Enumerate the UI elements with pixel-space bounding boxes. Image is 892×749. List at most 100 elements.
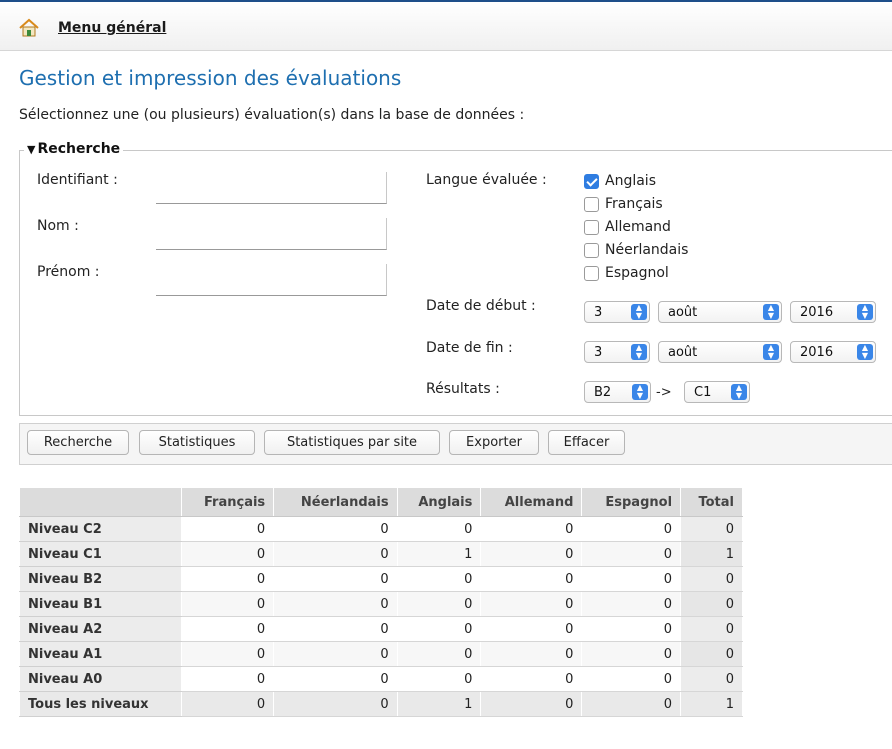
select-value: C1 bbox=[694, 385, 712, 400]
row-label: Niveau B2 bbox=[19, 566, 182, 592]
table-cell: 0 bbox=[581, 666, 682, 692]
table-header-row: Français Néerlandais Anglais Allemand Es… bbox=[19, 487, 743, 517]
row-label: Niveau A1 bbox=[19, 641, 182, 667]
identifiant-input[interactable] bbox=[156, 172, 387, 204]
date-fin-month-select[interactable]: août ▲ ▼ bbox=[658, 341, 782, 363]
select-value: 3 bbox=[594, 305, 603, 320]
date-fin-label: Date de fin : bbox=[426, 340, 513, 356]
nom-label: Nom : bbox=[37, 218, 79, 234]
table-cell: 0 bbox=[273, 641, 398, 667]
table-cell: 0 bbox=[480, 666, 583, 692]
checkbox-anglais[interactable] bbox=[584, 173, 599, 189]
total-cell: 1 bbox=[680, 541, 743, 567]
table-cell: 0 bbox=[273, 541, 398, 567]
language-label: Français bbox=[605, 196, 663, 212]
checkbox-espagnol[interactable] bbox=[584, 265, 599, 281]
effacer-button[interactable]: Effacer bbox=[548, 430, 625, 455]
table-cell: 1 bbox=[396, 691, 482, 717]
recherche-button[interactable]: Recherche bbox=[27, 430, 129, 455]
table-cell: 0 bbox=[480, 516, 583, 542]
search-legend-label: Recherche bbox=[37, 141, 121, 157]
table-cell: 0 bbox=[180, 591, 275, 617]
range-arrow: -> bbox=[656, 385, 672, 400]
select-stepper-icon: ▲ ▼ bbox=[763, 344, 779, 360]
column-header: Espagnol bbox=[581, 487, 682, 517]
column-header-empty bbox=[19, 487, 182, 517]
date-debut-year-select[interactable]: 2016 ▲ ▼ bbox=[790, 301, 876, 323]
select-stepper-icon: ▲ ▼ bbox=[731, 384, 747, 400]
table-cell: 1 bbox=[396, 541, 482, 567]
total-cell: 0 bbox=[680, 591, 743, 617]
identifiant-label: Identifiant : bbox=[37, 172, 118, 188]
table-row: Niveau A1 0 0 0 0 0 0 bbox=[19, 641, 743, 667]
column-header: Total bbox=[680, 487, 743, 517]
table-cell: 0 bbox=[273, 591, 398, 617]
total-cell: 0 bbox=[680, 666, 743, 692]
language-label: Allemand bbox=[605, 219, 671, 235]
page-title: Gestion et impression des évaluations bbox=[19, 66, 402, 90]
exporter-button[interactable]: Exporter bbox=[449, 430, 539, 455]
select-value: 3 bbox=[594, 345, 603, 360]
language-label: Espagnol bbox=[605, 265, 669, 281]
home-icon[interactable] bbox=[18, 18, 40, 38]
statistiques-par-site-button[interactable]: Statistiques par site bbox=[264, 430, 440, 455]
resultats-label: Résultats : bbox=[426, 381, 500, 397]
table-cell: 0 bbox=[480, 691, 583, 717]
resultats-from-select[interactable]: B2 ▲ ▼ bbox=[584, 381, 651, 403]
select-value: 2016 bbox=[800, 305, 834, 320]
table-cell: 0 bbox=[581, 566, 682, 592]
language-option-allemand[interactable]: Allemand bbox=[584, 217, 671, 237]
menu-general-link[interactable]: Menu général bbox=[58, 20, 166, 36]
resultats-to-select[interactable]: C1 ▲ ▼ bbox=[684, 381, 750, 403]
table-cell: 0 bbox=[480, 566, 583, 592]
column-header: Allemand bbox=[480, 487, 583, 517]
language-option-neerlandais[interactable]: Néerlandais bbox=[584, 240, 688, 260]
select-value: 2016 bbox=[800, 345, 834, 360]
table-cell: 0 bbox=[581, 516, 682, 542]
search-legend[interactable]: ▼ Recherche bbox=[24, 141, 124, 157]
language-option-francais[interactable]: Français bbox=[584, 194, 663, 214]
select-stepper-icon: ▲ ▼ bbox=[631, 304, 647, 320]
row-label: Niveau A2 bbox=[19, 616, 182, 642]
total-cell: 0 bbox=[680, 516, 743, 542]
checkbox-allemand[interactable] bbox=[584, 219, 599, 235]
table-cell: 0 bbox=[480, 616, 583, 642]
date-fin-day-select[interactable]: 3 ▲ ▼ bbox=[584, 341, 650, 363]
table-cell: 0 bbox=[180, 516, 275, 542]
column-header: Néerlandais bbox=[273, 487, 398, 517]
date-debut-month-select[interactable]: août ▲ ▼ bbox=[658, 301, 782, 323]
checkbox-francais[interactable] bbox=[584, 196, 599, 212]
table-cell: 0 bbox=[180, 616, 275, 642]
table-cell: 0 bbox=[581, 541, 682, 567]
total-cell: 0 bbox=[680, 641, 743, 667]
select-stepper-icon: ▲ ▼ bbox=[857, 344, 873, 360]
column-header: Français bbox=[180, 487, 275, 517]
prenom-input[interactable] bbox=[156, 264, 387, 296]
nom-input[interactable] bbox=[156, 218, 387, 250]
table-cell: 0 bbox=[396, 641, 482, 667]
table-cell: 0 bbox=[581, 691, 682, 717]
table-cell: 0 bbox=[180, 566, 275, 592]
statistiques-button[interactable]: Statistiques bbox=[139, 430, 255, 455]
table-total-row: Tous les niveaux 0 0 1 0 0 1 bbox=[19, 691, 743, 717]
checkbox-neerlandais[interactable] bbox=[584, 242, 599, 258]
select-stepper-icon: ▲ ▼ bbox=[631, 344, 647, 360]
table-row: Niveau C2 0 0 0 0 0 0 bbox=[19, 516, 743, 542]
language-option-anglais[interactable]: Anglais bbox=[584, 171, 656, 191]
row-label: Niveau C2 bbox=[19, 516, 182, 542]
select-stepper-icon: ▲ ▼ bbox=[632, 384, 648, 400]
row-label: Niveau C1 bbox=[19, 541, 182, 567]
date-debut-day-select[interactable]: 3 ▲ ▼ bbox=[584, 301, 650, 323]
column-header: Anglais bbox=[396, 487, 482, 517]
date-debut-label: Date de début : bbox=[426, 298, 536, 314]
table-cell: 0 bbox=[581, 641, 682, 667]
menu-bar: Menu général bbox=[0, 2, 892, 51]
date-fin-year-select[interactable]: 2016 ▲ ▼ bbox=[790, 341, 876, 363]
table-cell: 0 bbox=[273, 666, 398, 692]
table-cell: 0 bbox=[581, 616, 682, 642]
table-cell: 0 bbox=[396, 591, 482, 617]
table-cell: 0 bbox=[273, 616, 398, 642]
table-row: Niveau B1 0 0 0 0 0 0 bbox=[19, 591, 743, 617]
language-option-espagnol[interactable]: Espagnol bbox=[584, 263, 669, 283]
table-cell: 0 bbox=[273, 566, 398, 592]
